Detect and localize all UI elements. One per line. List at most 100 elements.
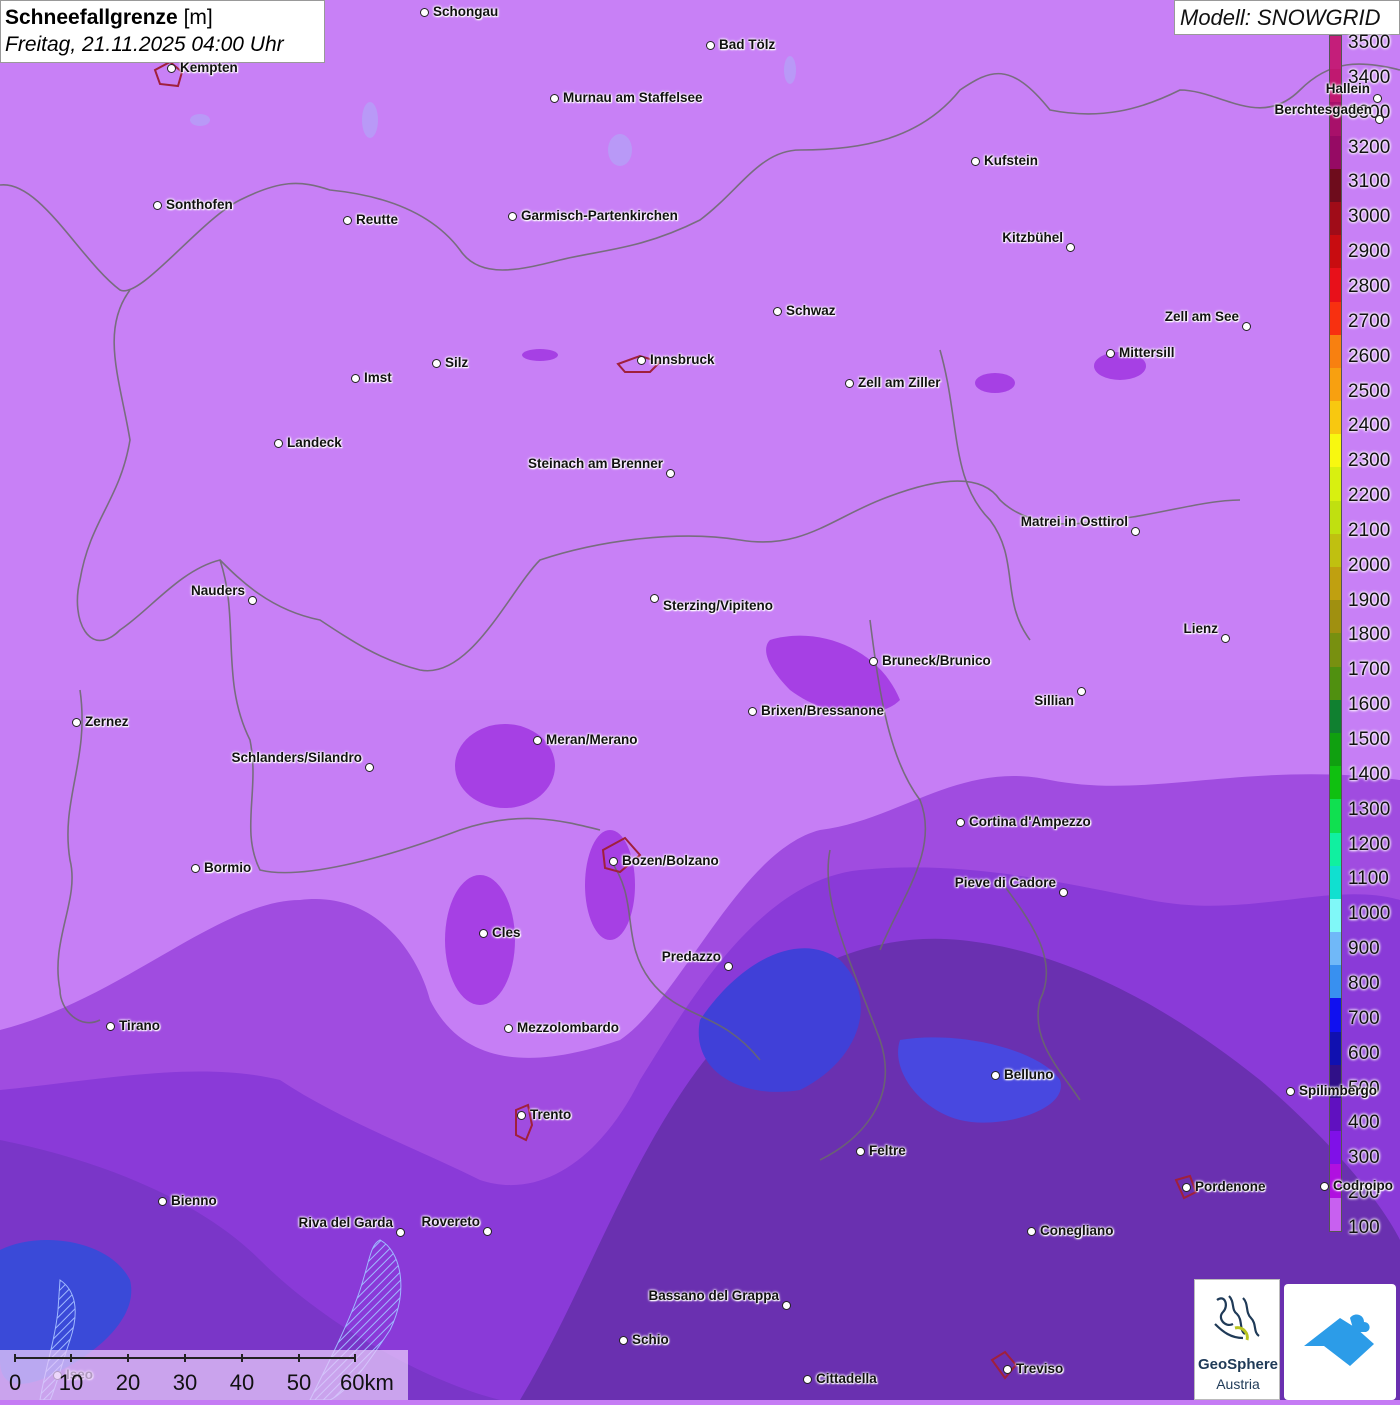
city-label[interactable]: Treviso (1016, 1361, 1063, 1376)
city-label[interactable]: Silz (445, 355, 468, 370)
city-label[interactable]: Zernez (85, 714, 129, 729)
city-label[interactable]: Sillian (1034, 693, 1074, 708)
city-marker-icon[interactable] (158, 1197, 167, 1206)
city-label[interactable]: Riva del Garda (298, 1215, 393, 1230)
city-label[interactable]: Kitzbühel (1002, 230, 1063, 245)
city-label[interactable]: Tirano (119, 1018, 160, 1033)
city-label[interactable]: Bormio (204, 860, 251, 875)
city-label[interactable]: Cittadella (816, 1371, 877, 1386)
city-label[interactable]: Bruneck/Brunico (882, 653, 991, 668)
city-marker-icon[interactable] (1027, 1227, 1036, 1236)
city-marker-icon[interactable] (533, 736, 542, 745)
city-label[interactable]: Codroipo (1333, 1178, 1393, 1193)
city-marker-icon[interactable] (106, 1022, 115, 1031)
city-marker-icon[interactable] (1242, 322, 1251, 331)
snowgrid-app-icon[interactable] (1284, 1284, 1396, 1400)
city-marker-icon[interactable] (1077, 687, 1086, 696)
city-label[interactable]: Nauders (191, 583, 245, 598)
city-marker-icon[interactable] (351, 374, 360, 383)
city-marker-icon[interactable] (971, 157, 980, 166)
city-label[interactable]: Bozen/Bolzano (622, 853, 719, 868)
city-label[interactable]: Meran/Merano (546, 732, 638, 747)
city-label[interactable]: Matrei in Osttirol (1021, 514, 1128, 529)
city-marker-icon[interactable] (1221, 634, 1230, 643)
city-marker-icon[interactable] (248, 596, 257, 605)
city-label[interactable]: Hallein (1326, 81, 1370, 96)
city-label[interactable]: Reutte (356, 212, 398, 227)
city-label[interactable]: Trento (530, 1107, 571, 1122)
city-marker-icon[interactable] (724, 962, 733, 971)
city-marker-icon[interactable] (153, 201, 162, 210)
city-label[interactable]: Bienno (171, 1193, 217, 1208)
city-label[interactable]: Steinach am Brenner (528, 456, 663, 471)
city-marker-icon[interactable] (773, 307, 782, 316)
city-marker-icon[interactable] (1286, 1087, 1295, 1096)
city-label[interactable]: Pieve di Cadore (955, 875, 1056, 890)
city-marker-icon[interactable] (343, 216, 352, 225)
city-marker-icon[interactable] (1106, 349, 1115, 358)
geosphere-logo[interactable]: GeoSphere Austria (1194, 1279, 1280, 1400)
city-label[interactable]: Mittersill (1119, 345, 1175, 360)
city-marker-icon[interactable] (274, 439, 283, 448)
city-label[interactable]: Spilimbergo (1299, 1083, 1377, 1098)
city-marker-icon[interactable] (432, 359, 441, 368)
city-label[interactable]: Pordenone (1195, 1179, 1266, 1194)
city-marker-icon[interactable] (637, 356, 646, 365)
city-marker-icon[interactable] (365, 763, 374, 772)
city-marker-icon[interactable] (650, 594, 659, 603)
city-marker-icon[interactable] (706, 41, 715, 50)
city-marker-icon[interactable] (956, 818, 965, 827)
city-label[interactable]: Sonthofen (166, 197, 233, 212)
city-marker-icon[interactable] (396, 1228, 405, 1237)
city-label[interactable]: Berchtesgaden (1274, 102, 1372, 117)
city-marker-icon[interactable] (420, 8, 429, 17)
city-label[interactable]: Brixen/Bressanone (761, 703, 884, 718)
city-marker-icon[interactable] (845, 379, 854, 388)
city-label[interactable]: Kufstein (984, 153, 1038, 168)
city-marker-icon[interactable] (1375, 115, 1384, 124)
city-marker-icon[interactable] (1059, 888, 1068, 897)
city-marker-icon[interactable] (609, 857, 618, 866)
city-label[interactable]: Innsbruck (650, 352, 715, 367)
city-label[interactable]: Rovereto (421, 1214, 480, 1229)
city-label[interactable]: Zell am See (1165, 309, 1239, 324)
city-label[interactable]: Kempten (180, 60, 238, 75)
city-marker-icon[interactable] (1182, 1183, 1191, 1192)
city-label[interactable]: Bad Tölz (719, 37, 775, 52)
city-marker-icon[interactable] (479, 929, 488, 938)
city-label[interactable]: Schio (632, 1332, 669, 1347)
city-marker-icon[interactable] (508, 212, 517, 221)
city-marker-icon[interactable] (72, 718, 81, 727)
city-marker-icon[interactable] (666, 469, 675, 478)
city-marker-icon[interactable] (991, 1071, 1000, 1080)
city-label[interactable]: Predazzo (662, 949, 721, 964)
city-marker-icon[interactable] (856, 1147, 865, 1156)
city-label[interactable]: Conegliano (1040, 1223, 1114, 1238)
city-marker-icon[interactable] (1320, 1182, 1329, 1191)
city-label[interactable]: Belluno (1004, 1067, 1054, 1082)
city-marker-icon[interactable] (550, 94, 559, 103)
city-marker-icon[interactable] (619, 1336, 628, 1345)
city-label[interactable]: Bassano del Grappa (648, 1288, 779, 1303)
city-label[interactable]: Imst (364, 370, 392, 385)
city-marker-icon[interactable] (191, 864, 200, 873)
city-label[interactable]: Schlanders/Silandro (231, 750, 362, 765)
city-marker-icon[interactable] (1003, 1365, 1012, 1374)
city-marker-icon[interactable] (748, 707, 757, 716)
city-label[interactable]: Sterzing/Vipiteno (663, 598, 773, 613)
city-marker-icon[interactable] (782, 1301, 791, 1310)
city-label[interactable]: Cles (492, 925, 521, 940)
city-label[interactable]: Murnau am Staffelsee (563, 90, 703, 105)
city-label[interactable]: Garmisch-Partenkirchen (521, 208, 678, 223)
city-marker-icon[interactable] (869, 657, 878, 666)
city-marker-icon[interactable] (1373, 94, 1382, 103)
city-marker-icon[interactable] (483, 1227, 492, 1236)
city-label[interactable]: Cortina d'Ampezzo (969, 814, 1091, 829)
city-marker-icon[interactable] (167, 64, 176, 73)
city-marker-icon[interactable] (517, 1111, 526, 1120)
city-label[interactable]: Lienz (1183, 621, 1218, 636)
city-label[interactable]: Mezzolombardo (517, 1020, 619, 1035)
city-marker-icon[interactable] (1131, 527, 1140, 536)
city-label[interactable]: Schongau (433, 4, 498, 19)
city-label[interactable]: Landeck (287, 435, 342, 450)
